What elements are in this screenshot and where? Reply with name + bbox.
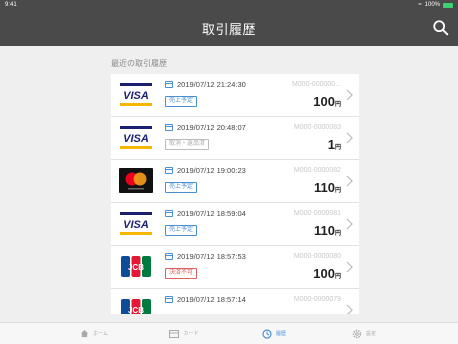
datetime-text: 2019/07/12 18:57:14 [177,295,246,304]
transaction-datetime: 2019/07/12 18:57:14 [165,295,246,304]
chevron-right-icon [346,304,353,314]
chevron-right-icon [346,132,353,144]
svg-text:VISA: VISA [123,219,149,231]
transaction-row[interactable]: 2019/07/12 19:00:23 売上予定 M000-0000082 110円 [111,160,359,203]
battery-icon [443,2,453,8]
tab-label: 履歴 [275,331,286,337]
transaction-id: M000-000000... [291,81,341,88]
transaction-row[interactable]: VISA 2019/07/12 21:24:30 売上予定 M000-000000..… [111,74,359,117]
wifi-icon: ≈ [418,2,422,8]
calendar-icon [165,296,173,303]
currency-unit: 円 [334,274,341,280]
transaction-datetime: 2019/07/12 20:48:07 [165,123,246,132]
currency-unit: 円 [334,102,341,108]
calendar-icon [165,124,173,131]
status-badge: 売上予定 [165,182,198,193]
transaction-amount: 110円 [314,223,341,238]
transaction-amount: 100円 [313,94,341,109]
amount-value: 100 [313,266,335,281]
settings-icon [352,329,362,338]
transaction-row[interactable]: VISA 2019/07/12 20:48:07 取消・返品済 M000-000008… [111,117,359,160]
battery-percent: 100% [424,2,440,8]
section-title: 最近の取引履歴 [111,59,167,68]
amount-value: 100 [313,94,335,109]
currency-unit: 円 [334,231,341,237]
amount-value: 110 [314,180,335,195]
tab-bar: ホーム カード 履歴 設定 [0,322,458,344]
datetime-text: 2019/07/12 18:57:53 [177,252,246,261]
transaction-amount: 100円 [313,266,341,281]
search-icon[interactable] [432,19,450,37]
currency-unit: 円 [334,145,341,151]
history-icon [262,328,272,339]
visa-logo: VISA [119,82,153,107]
transaction-datetime: 2019/07/12 19:00:23 [165,166,246,175]
svg-text:JCB: JCB [128,306,144,314]
transaction-id: M000-0000083 [293,124,341,131]
amount-value: 1 [327,137,335,152]
amount-value: 110 [314,223,335,238]
transaction-id: M000-0000079 [293,296,341,303]
chevron-right-icon [346,218,353,230]
tab-label: ホーム [93,331,108,337]
transaction-row[interactable]: VISA 2019/07/12 18:59:04 売上予定 M000-0000081 1… [111,203,359,246]
transaction-row[interactable]: JCB 2019/07/12 18:57:14 M000-0000079 [111,289,359,314]
tab-home[interactable]: ホーム [49,323,139,344]
transaction-id: M000-0000082 [293,167,341,174]
page-title: 取引履歴 [201,21,256,37]
tab-card[interactable]: カード [139,323,229,344]
visa-logo: VISA [119,211,153,236]
transaction-datetime: 2019/07/12 18:59:04 [165,209,246,218]
transaction-datetime: 2019/07/12 18:57:53 [165,252,246,261]
jcb-logo: JCB [121,256,151,277]
chevron-right-icon [346,261,353,273]
status-time: 9:41 [5,2,17,8]
jcb-logo: JCB [121,299,151,314]
transaction-amount: 1円 [328,137,341,152]
transaction-row[interactable]: JCB 2019/07/12 18:57:53 決済不可 M000-0000080 10… [111,246,359,289]
chevron-right-icon [346,89,353,101]
transaction-list[interactable]: VISA 2019/07/12 21:24:30 売上予定 M000-000000..… [111,74,359,314]
tab-label: カード [183,331,199,337]
calendar-icon [165,253,173,260]
status-badge: 売上予定 [165,225,198,236]
status-badge: 取消・返品済 [165,139,210,150]
calendar-icon [165,210,173,217]
chevron-right-icon [346,175,353,187]
mastercard-logo [119,168,153,193]
datetime-text: 2019/07/12 21:24:30 [177,80,246,89]
datetime-text: 2019/07/12 18:59:04 [177,209,246,218]
visa-logo: VISA [119,125,153,150]
tab-history[interactable]: 履歴 [229,323,319,344]
tab-settings[interactable]: 設定 [319,323,409,344]
transaction-datetime: 2019/07/12 21:24:30 [165,80,246,89]
svg-text:VISA: VISA [123,90,149,102]
datetime-text: 2019/07/12 20:48:07 [177,123,246,132]
status-bar: 9:41 ≈ 100% [0,0,458,10]
transaction-id: M000-0000080 [293,253,341,260]
calendar-icon [165,167,173,174]
svg-text:JCB: JCB [128,263,144,272]
status-indicators: ≈ 100% [418,2,453,8]
transaction-amount: 110円 [314,180,341,195]
status-badge: 売上予定 [165,96,198,107]
datetime-text: 2019/07/12 19:00:23 [177,166,246,175]
status-badge: 決済不可 [165,268,198,279]
card-icon [169,329,180,338]
nav-bar: 取引履歴 [0,10,458,46]
svg-text:VISA: VISA [123,133,149,145]
currency-unit: 円 [334,188,341,194]
tab-label: 設定 [365,331,376,337]
home-icon [80,329,89,338]
transaction-id: M000-0000081 [293,210,341,217]
calendar-icon [165,81,173,88]
